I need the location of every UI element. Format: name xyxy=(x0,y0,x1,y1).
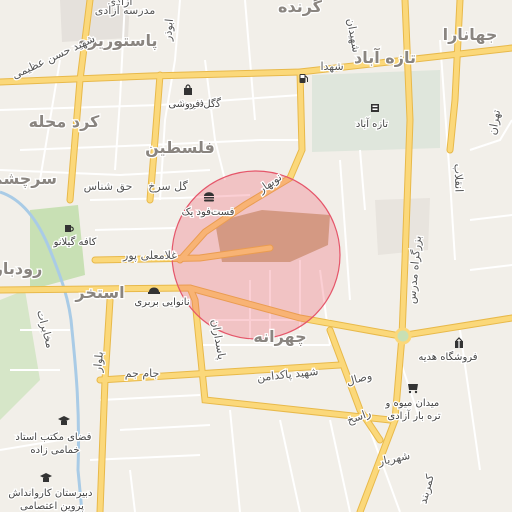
street-label-abuzar: ابوذر xyxy=(161,18,176,42)
map-canvas[interactable]: جهانارا تازه آباد پاستوریزه کرد محله فلس… xyxy=(0,0,512,512)
district-label-kerendeh: گرنده xyxy=(278,0,323,16)
street-label-bolvar: بلوار xyxy=(91,351,106,374)
poi-label-cafe-gilano: کافه گیلانو xyxy=(53,236,97,248)
street-label-madreseh-azadi: مدرسه آزادی xyxy=(95,3,156,17)
roundabout xyxy=(394,327,412,345)
district-label-estakhr: استخر xyxy=(74,283,124,302)
poi-label-gol-forushi: گل فروشی xyxy=(168,98,216,110)
district-label-jahanara: جهانارا xyxy=(443,25,498,44)
poi-label-fast-food-yek: فست‌فود یک xyxy=(182,207,235,218)
map-view[interactable]: جهانارا تازه آباد پاستوریزه کرد محله فلس… xyxy=(0,0,512,512)
district-label-felestin: فلسطین xyxy=(145,138,215,157)
poi-label-forushgah-hedyeh: فروشگاه هدیه xyxy=(418,351,477,363)
street-label-gol-sorkh: گل سرخ xyxy=(148,180,188,193)
library-icon[interactable] xyxy=(371,104,379,112)
street-label-enghelab: انقلاب xyxy=(452,163,466,192)
district-label-sarcheshmeh: سرچشمه xyxy=(0,169,57,189)
search-radius-circle[interactable] xyxy=(171,170,341,340)
district-label-kord-mahalleh: کرد محله xyxy=(29,112,100,131)
street-label-hagh-shenas: حق شناس xyxy=(84,180,133,194)
poi-label-nanvai-barbari: نانوایی بربری xyxy=(134,297,189,308)
poi-label-tazeh-abad: تازه آباد xyxy=(356,117,388,130)
street-label-gholam-alipour: غلامعلی پور xyxy=(122,249,177,262)
street-label-shohada: شهدا xyxy=(320,60,343,73)
district-label-roudbar: رودبار xyxy=(0,259,42,278)
street-label-jam-jam: جام جم xyxy=(125,367,160,380)
district-label-chehranah: چهرانه xyxy=(253,327,306,347)
